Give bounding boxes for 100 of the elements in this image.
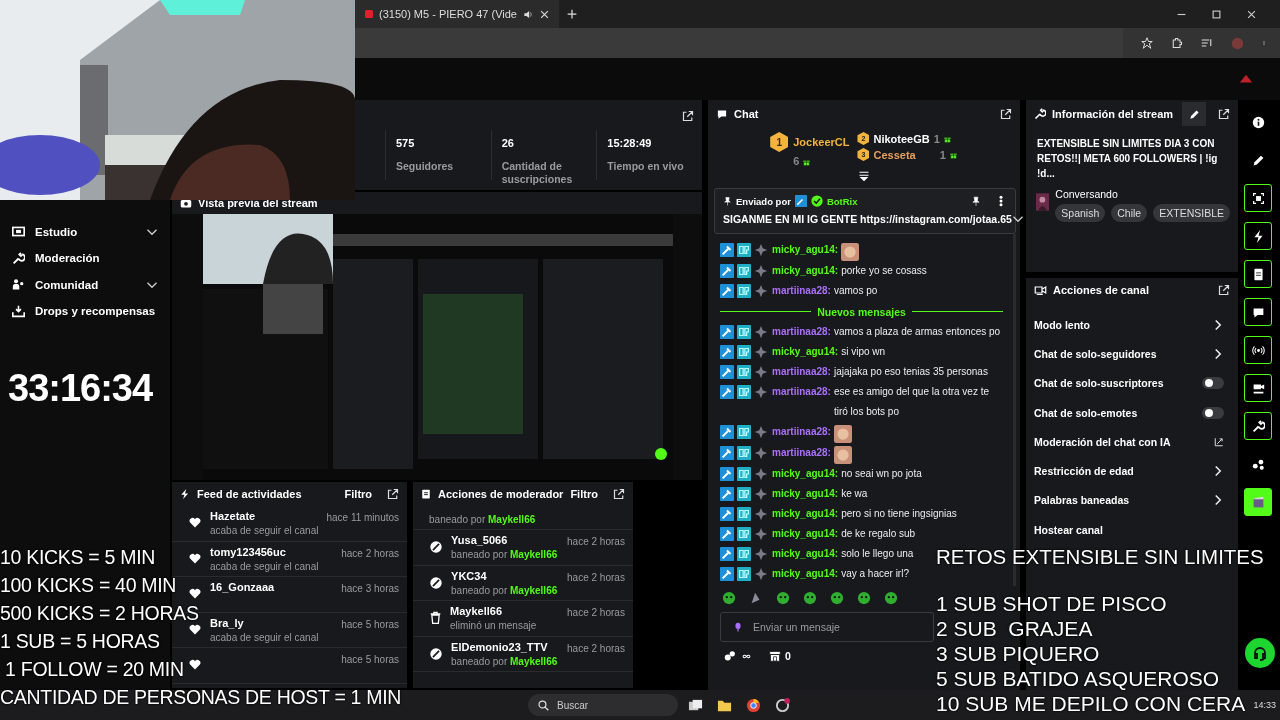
close-icon: [1247, 9, 1256, 19]
chat-icon: [716, 108, 728, 120]
stat-value: 26: [501, 137, 515, 149]
address-field[interactable]: [355, 28, 1123, 58]
panel-title: Información del stream: [1052, 108, 1175, 120]
gift-count: 1: [939, 148, 958, 161]
chat-user-name: martiinaa28:: [772, 425, 831, 439]
document-icon: [421, 488, 432, 500]
message-input[interactable]: Enviar un mensaje: [720, 612, 934, 642]
mod-badge-icon: [720, 365, 734, 379]
overlay-text: 1 SUB = 5 HORAS: [0, 630, 160, 652]
points-icon: [724, 650, 736, 662]
og-badge-icon: [737, 567, 751, 581]
mod-badge-icon: [720, 547, 734, 561]
overlay-text: 100 KICKS = 40 MIN: [0, 574, 177, 596]
og-badge-icon: [737, 243, 751, 257]
channel-action-item[interactable]: Hostear canal: [1034, 515, 1230, 545]
sidebar-tool-button[interactable]: [1244, 298, 1272, 326]
overlay-text: 2 SUB GRAJEA: [936, 619, 1093, 639]
gift-count: 1: [933, 132, 952, 145]
sidebar-tool-button[interactable]: [1244, 222, 1272, 250]
popout-icon: [1000, 108, 1012, 120]
sidebar-tool-button[interactable]: [1244, 412, 1272, 440]
toggle-switch[interactable]: [1202, 406, 1224, 419]
user-name: Hazetate: [210, 510, 257, 522]
mod-badge-icon: [720, 507, 734, 521]
channel-action-item[interactable]: Chat de solo-seguidores: [1034, 339, 1230, 369]
sub-badge-icon: [754, 425, 768, 439]
activity-detail: acaba de seguir el canal: [210, 631, 320, 643]
browser-tab[interactable]: (3150) M5 - PIERO 47 (Vide: [355, 0, 559, 28]
tag[interactable]: EXTENSIBLE: [1153, 204, 1230, 222]
camera-icon: [1251, 381, 1265, 395]
sidebar-item[interactable]: Moderación: [0, 245, 170, 272]
sidebar-item[interactable]: Comunidad: [0, 271, 170, 298]
timestamp: hace 5 horas: [341, 654, 400, 665]
filter-button[interactable]: Filtro: [570, 488, 598, 500]
user-name: Yusa_5066: [451, 534, 509, 546]
gift-count: 6: [793, 155, 812, 167]
pinned-message-text: SIGANME EN MI IG GENTE https://instagram.com/jotaa.65: [723, 213, 1012, 225]
timestamp: hace 2 horas: [567, 642, 625, 654]
chat-user-name: micky_agu14:: [772, 547, 839, 561]
ban-icon: [429, 646, 444, 661]
heart-icon: [188, 658, 202, 671]
channel-action-item[interactable]: Chat de solo-emotes: [1034, 397, 1230, 428]
more-icon: [999, 195, 1003, 207]
sidebar-tool-button[interactable]: [1244, 374, 1272, 402]
moderation-detail: baneado por Maykell66: [429, 514, 537, 525]
channel-action-item[interactable]: Moderación del chat con IA: [1034, 427, 1230, 457]
edit-button[interactable]: [1182, 102, 1206, 126]
link[interactable]: https://instagram.com/jotaa.65: [860, 213, 1012, 225]
overlay-text: 5 SUB BATIDO ASQUEROSO: [936, 669, 1220, 689]
info-icon: [1251, 115, 1265, 129]
store-count: 0: [785, 650, 791, 662]
store-icon: [769, 650, 781, 662]
activity-detail: acaba de seguir el canal: [210, 525, 319, 536]
channel-action-item[interactable]: Restricción de edad: [1034, 456, 1230, 486]
maximize-icon: [1212, 9, 1221, 19]
mod-badge-icon: [720, 527, 734, 541]
tag[interactable]: Spanish: [1055, 204, 1106, 222]
sub-badge-icon: [754, 284, 768, 298]
heart-icon: [188, 622, 202, 636]
mod-badge-icon: [720, 567, 734, 581]
tag[interactable]: Chile: [1111, 204, 1148, 222]
sub-badge-icon: [754, 467, 768, 481]
channel-action-item[interactable]: Palabras baneadas: [1034, 485, 1230, 516]
timestamp: hace 2 horas: [567, 536, 625, 547]
people-icon: [12, 278, 25, 292]
overlay-text: 3 SUB PIQUERO: [936, 644, 1100, 664]
help-button[interactable]: [1245, 638, 1275, 668]
mod-badge-icon: [720, 325, 734, 339]
sidebar-tool-button[interactable]: [1244, 260, 1272, 288]
chat-user-name: martiinaa28:: [772, 284, 831, 298]
app-icon: [775, 697, 790, 713]
pinned-label: Enviado por: [736, 195, 791, 207]
moderation-detail: baneado por Maykell66: [451, 655, 559, 667]
gift-icon: [942, 134, 952, 143]
timestamp: hace 2 horas: [567, 607, 625, 618]
channel-action-item[interactable]: Modo lento: [1034, 310, 1230, 340]
mod-badge-icon: [720, 487, 734, 501]
og-badge-icon: [737, 284, 751, 298]
sidebar-tool-button[interactable]: [1244, 184, 1272, 212]
sidebar-item[interactable]: Drops y recompensas: [0, 298, 170, 325]
sidebar-tool-button[interactable]: [1244, 336, 1272, 364]
search-field[interactable]: Buscar: [528, 694, 678, 716]
chat-message-text: jajajaka po eso tenias 35 personas: [833, 365, 988, 379]
chat-message-text: vamos a plaza de armas entonces po: [833, 325, 1001, 339]
overlay-text: 10 SUB ME DEPILO CON CERA: [936, 694, 1246, 714]
activity-detail: acaba de seguir el canal: [210, 560, 320, 572]
pin-icon: [723, 196, 732, 206]
sub-badge-icon: [754, 567, 768, 581]
toggle-switch[interactable]: [1202, 377, 1224, 390]
user-name: Maykell66: [450, 605, 504, 617]
broadcast-icon: [1251, 343, 1265, 357]
mod-badge-icon: [720, 284, 734, 298]
og-badge-icon: [737, 264, 751, 278]
verified-icon: [810, 195, 823, 207]
channel-action-item[interactable]: Chat de solo-suscriptores: [1034, 368, 1230, 398]
sidebar-item[interactable]: Estudio: [0, 218, 170, 245]
filter-button[interactable]: Filtro: [344, 488, 373, 500]
wrench-icon: [1034, 108, 1046, 120]
